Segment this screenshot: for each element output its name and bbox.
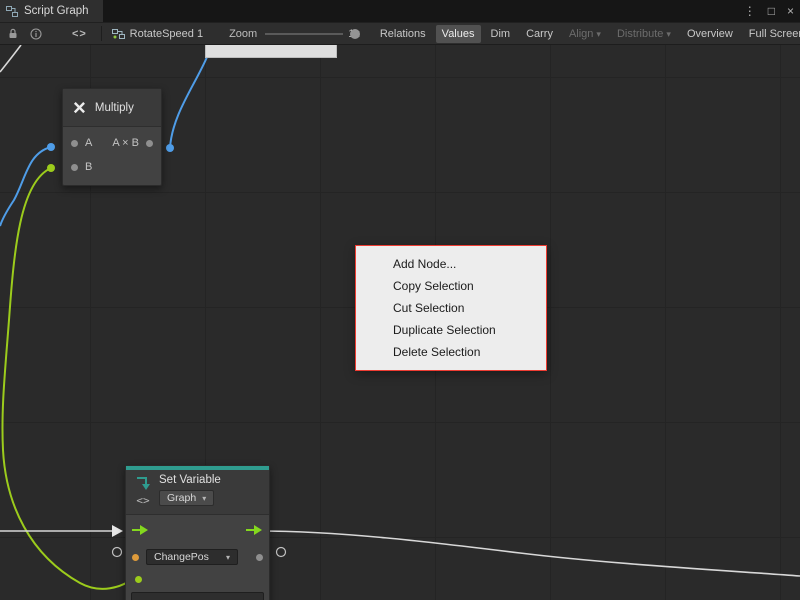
menu-item-delete-selection[interactable]: Delete Selection (356, 341, 546, 363)
window-titlebar: Script Graph ⋮ □ × (0, 0, 800, 22)
scope-dropdown[interactable]: Graph ▾ (159, 490, 214, 506)
multiply-node-title: Multiply (95, 102, 134, 114)
multiply-icon: × (73, 97, 86, 119)
graph-ref-icon (112, 28, 125, 40)
window-controls: ⋮ □ × (744, 0, 794, 22)
wire-blue-input-a (0, 147, 51, 226)
carry-button[interactable]: Carry (520, 25, 559, 43)
set-variable-title: Set Variable (159, 474, 221, 486)
multiply-node-header: × Multiply (63, 89, 161, 127)
value-input-field[interactable] (131, 592, 264, 600)
flow-port-row (126, 515, 269, 545)
align-label: Align (569, 28, 593, 40)
info-icon[interactable] (30, 28, 42, 40)
graph-name-label: RotateSpeed 1 (130, 28, 203, 40)
set-variable-body: ChangePos ▾ (126, 515, 269, 600)
multiply-node[interactable]: × Multiply A A × B B (62, 88, 162, 186)
value-input-row (126, 569, 269, 589)
port-row: B (63, 155, 161, 179)
value-input-dot[interactable] (135, 576, 142, 583)
caret-down-icon: ▾ (596, 29, 601, 40)
menu-item-duplicate-selection[interactable]: Duplicate Selection (356, 319, 546, 341)
wire-white-flow-output (258, 531, 800, 576)
graph-canvas[interactable]: × Multiply A A × B B <> (0, 45, 800, 600)
menu-item-add-node[interactable]: Add Node... (356, 253, 546, 275)
relations-button[interactable]: Relations (374, 25, 432, 43)
zoom-slider[interactable] (265, 28, 343, 40)
variable-port-dot[interactable] (132, 554, 139, 561)
port-output-label: A × B (112, 137, 139, 149)
zoom-label: Zoom (229, 28, 257, 40)
dim-button[interactable]: Dim (485, 25, 517, 43)
context-menu: Add Node... Copy Selection Cut Selection… (355, 245, 547, 371)
menu-item-copy-selection[interactable]: Copy Selection (356, 275, 546, 297)
lock-icon[interactable] (8, 28, 18, 39)
window-close-icon[interactable]: × (787, 4, 794, 18)
port-b-dot[interactable] (71, 164, 78, 171)
code-icon[interactable]: <> (72, 28, 87, 40)
caret-down-icon: ▾ (226, 553, 230, 562)
port-a-dot[interactable] (71, 140, 78, 147)
wire-white-topleft (0, 45, 21, 72)
port-output-dot[interactable] (146, 140, 153, 147)
align-button[interactable]: Align ▾ (563, 25, 607, 43)
unity-window: { "titlebar": { "tab": "Script Graph" },… (0, 0, 800, 600)
set-variable-icon: <> (134, 474, 152, 508)
caret-down-icon: ▾ (202, 494, 206, 503)
tab-title: Script Graph (24, 5, 89, 17)
window-maximize-icon[interactable]: □ (768, 4, 775, 18)
menu-item-cut-selection[interactable]: Cut Selection (356, 297, 546, 319)
multiply-node-body: A A × B B (63, 127, 161, 185)
overview-button[interactable]: Overview (681, 25, 739, 43)
wire-green-input-b (2, 168, 135, 589)
graph-reference[interactable]: RotateSpeed 1 (112, 28, 203, 40)
port-row: A A × B (63, 131, 161, 155)
port-dot-green-b (47, 164, 55, 172)
svg-text:<>: <> (136, 494, 150, 507)
graph-toolbar: <> RotateSpeed 1 Zoom 1x Relations Value… (0, 22, 800, 45)
toolbar-separator (101, 26, 102, 41)
set-variable-header: <> Set Variable Graph ▾ (126, 470, 269, 515)
port-b-label: B (85, 161, 92, 173)
fullscreen-button[interactable]: Full Screen (743, 25, 800, 43)
port-dot-blue-a (47, 143, 55, 151)
zoom-slider-handle[interactable] (350, 29, 360, 39)
port-circle-left (113, 548, 122, 557)
variable-name: ChangePos (154, 551, 209, 563)
distribute-button[interactable]: Distribute ▾ (611, 25, 677, 43)
variable-port-row: ChangePos ▾ (126, 545, 269, 569)
window-menu-icon[interactable]: ⋮ (744, 4, 756, 18)
clipped-node-fragment[interactable] (205, 45, 337, 58)
script-graph-icon (6, 6, 18, 17)
flow-input-arrow[interactable] (132, 524, 149, 536)
value-output-dot[interactable] (256, 554, 263, 561)
zoom-slider-track (265, 33, 343, 35)
port-circle-right (277, 548, 286, 557)
port-dot-blue-out (166, 144, 174, 152)
values-button[interactable]: Values (436, 25, 481, 43)
flow-output-arrow[interactable] (246, 524, 263, 536)
variable-dropdown[interactable]: ChangePos ▾ (146, 549, 238, 565)
caret-down-icon: ▾ (666, 29, 671, 40)
set-variable-header-text: Set Variable Graph ▾ (159, 474, 221, 508)
tab-script-graph[interactable]: Script Graph (0, 0, 103, 22)
flow-input-arrowhead-icon (112, 525, 123, 537)
scope-label: Graph (167, 492, 196, 504)
set-variable-node[interactable]: <> Set Variable Graph ▾ (125, 465, 270, 600)
wire-blue-output (170, 57, 207, 148)
port-a-label: A (85, 137, 92, 149)
distribute-label: Distribute (617, 28, 663, 40)
